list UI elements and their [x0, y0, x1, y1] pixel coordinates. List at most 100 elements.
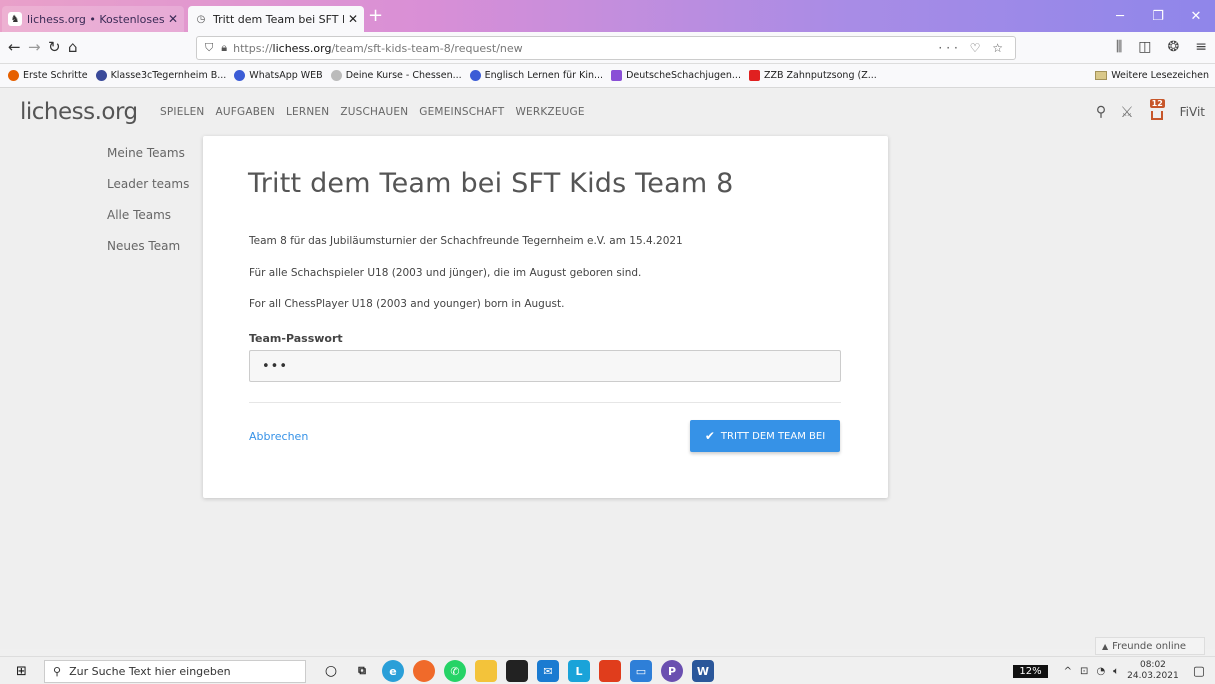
nav-gemeinschaft[interactable]: GEMEINSCHAFT	[419, 106, 504, 118]
challenge-icon[interactable]: ⚔︎	[1120, 103, 1133, 121]
task-view-icon[interactable]: ⧉	[351, 660, 373, 682]
browser-tab-join-team[interactable]: ◷ Tritt dem Team bei SFT Kids Te ✕	[188, 6, 364, 32]
bookmark-item[interactable]: WhatsApp WEB	[234, 70, 323, 81]
close-window-icon[interactable]: ✕	[1177, 0, 1215, 32]
app-l-icon[interactable]: L	[568, 660, 590, 682]
cortana-icon[interactable]: ○	[320, 660, 342, 682]
team-sidebar: Meine Teams Leader teams Alle Teams Neue…	[107, 146, 189, 270]
edge-icon[interactable]: e	[382, 660, 404, 682]
tray-app-icon[interactable]: ⊡	[1080, 666, 1088, 677]
password-label: Team-Passwort	[249, 332, 343, 345]
bookmark-label: WhatsApp WEB	[249, 70, 323, 81]
url-text[interactable]: https://lichess.org/team/sft-kids-team-8…	[233, 42, 523, 55]
join-team-button[interactable]: ✔ TRITT DEM TEAM BEI	[690, 420, 840, 452]
reload-icon[interactable]: ↻	[48, 38, 61, 56]
bookmark-item[interactable]: ZZB Zahnputzsong (Z...	[748, 70, 877, 81]
chat-icon[interactable]: ▭	[630, 660, 652, 682]
bookmark-item[interactable]: Englisch Lernen für Kin...	[469, 70, 603, 81]
globe-icon	[234, 70, 246, 81]
sidebar-item-my-teams[interactable]: Meine Teams	[107, 146, 189, 177]
chevron-up-icon[interactable]: ^	[1064, 666, 1072, 677]
window-controls: ─ ❐ ✕	[1101, 0, 1215, 32]
nav-spielen[interactable]: SPIELEN	[160, 106, 204, 118]
bookmark-item[interactable]: Deine Kurse - Chessen...	[330, 70, 462, 81]
app-p-icon[interactable]: P	[661, 660, 683, 682]
triangle-up-icon: ▲	[1102, 641, 1109, 651]
battery-status[interactable]: 12%	[1013, 664, 1048, 678]
bookmark-icon	[330, 70, 342, 81]
sidebar-item-new-team[interactable]: Neues Team	[107, 239, 189, 270]
whatsapp-icon[interactable]: ✆	[444, 660, 466, 682]
bookmark-label: Deine Kurse - Chessen...	[345, 70, 462, 81]
friends-online-toggle[interactable]: ▲ Freunde online	[1095, 637, 1205, 655]
bookmark-label: DeutscheSchachjugen...	[626, 70, 741, 81]
restore-icon[interactable]: ❐	[1139, 0, 1177, 32]
password-field[interactable]	[249, 350, 841, 382]
browser-tab-lichess-home[interactable]: ♞ lichess.org • Kostenloses Online ✕	[2, 6, 184, 32]
extension-icon[interactable]: ❂	[1168, 39, 1180, 55]
team-description: Team 8 für das Jubiläumsturnier der Scha…	[249, 235, 683, 247]
page-content: lichess.org SPIELEN AUFGABEN LERNEN ZUSC…	[0, 89, 1215, 649]
library-icon[interactable]: ⫼	[1116, 39, 1122, 55]
search-icon[interactable]: ⚲	[1096, 104, 1106, 120]
word-icon[interactable]: W	[692, 660, 714, 682]
new-tab-button[interactable]: +	[368, 5, 383, 26]
nav-werkzeuge[interactable]: WERKZEUGE	[515, 106, 584, 118]
taskbar-search[interactable]: ⚲ Zur Suche Text hier eingeben	[44, 660, 306, 683]
notification-count: 12	[1149, 99, 1165, 108]
url-domain: lichess.org	[272, 41, 332, 55]
checkmark-icon: ✔	[704, 429, 715, 443]
loading-icon: ◷	[196, 13, 206, 25]
shield-icon[interactable]: ⛉	[205, 41, 213, 55]
back-icon[interactable]: ←	[8, 38, 21, 56]
date: 24.03.2021	[1127, 671, 1179, 681]
page-title: Tritt dem Team bei SFT Kids Team 8	[248, 168, 734, 199]
sidebar-item-all-teams[interactable]: Alle Teams	[107, 208, 189, 239]
volume-icon[interactable]: 🔈︎	[1113, 666, 1119, 677]
store-icon[interactable]	[506, 660, 528, 682]
clock[interactable]: 08:02 24.03.2021	[1127, 660, 1179, 682]
folder-icon	[1095, 71, 1108, 80]
lock-icon[interactable]: 🔒︎	[221, 41, 227, 55]
browser-tab-bar: ♞ lichess.org • Kostenloses Online ✕ ◷ T…	[0, 0, 1215, 32]
office-icon[interactable]	[599, 660, 621, 682]
time: 08:02	[1139, 660, 1166, 670]
firefox-icon[interactable]	[413, 660, 435, 682]
nav-aufgaben[interactable]: AUFGABEN	[215, 106, 275, 118]
minimize-icon[interactable]: ─	[1101, 0, 1139, 32]
menu-icon[interactable]: ≡	[1195, 39, 1207, 55]
globe-icon	[469, 70, 481, 81]
header-actions: ⚲ ⚔︎ 12 FiVit	[1096, 99, 1205, 121]
address-bar[interactable]: ⛉ 🔒︎ https://lichess.org/team/sft-kids-t…	[196, 36, 1016, 60]
close-tab-icon[interactable]: ✕	[348, 12, 358, 26]
bookmark-item[interactable]: Klasse3cTegernheim B...	[95, 70, 226, 81]
nav-lernen[interactable]: LERNEN	[286, 106, 329, 118]
notifications-button[interactable]: 12	[1148, 99, 1166, 121]
action-center-icon[interactable]: ▢	[1193, 664, 1205, 679]
tab-title: Tritt dem Team bei SFT Kids Te	[213, 12, 344, 26]
bookmark-icon	[8, 70, 19, 81]
mail-icon[interactable]: ✉	[537, 660, 559, 682]
more-bookmarks[interactable]: Weitere Lesezeichen	[1095, 70, 1209, 81]
site-header: lichess.org SPIELEN AUFGABEN LERNEN ZUSC…	[0, 89, 1215, 137]
forward-icon[interactable]: →	[28, 38, 41, 56]
file-explorer-icon[interactable]	[475, 660, 497, 682]
bell-icon	[1150, 111, 1163, 120]
windows-start-icon[interactable]: ⊞	[16, 664, 27, 679]
wifi-icon[interactable]: ◔	[1096, 666, 1105, 677]
user-menu[interactable]: FiVit	[1180, 105, 1205, 119]
sidebar-icon[interactable]: ◫	[1138, 39, 1151, 55]
divider	[249, 402, 841, 403]
bookmark-icon	[611, 70, 623, 81]
site-logo[interactable]: lichess.org	[20, 99, 138, 125]
nav-zuschauen[interactable]: ZUSCHAUEN	[340, 106, 408, 118]
taskbar-search-placeholder: Zur Suche Text hier eingeben	[69, 665, 231, 678]
sidebar-item-leader-teams[interactable]: Leader teams	[107, 177, 189, 208]
join-team-form: Tritt dem Team bei SFT Kids Team 8 Team …	[203, 136, 888, 498]
bookmark-item[interactable]: DeutscheSchachjugen...	[611, 70, 741, 81]
close-tab-icon[interactable]: ✕	[168, 12, 178, 26]
bookmark-item[interactable]: Erste Schritte	[8, 70, 88, 81]
home-icon[interactable]: ⌂	[68, 38, 78, 56]
page-actions[interactable]: ··· ♡ ☆	[938, 41, 1007, 55]
cancel-link[interactable]: Abbrechen	[249, 430, 308, 443]
